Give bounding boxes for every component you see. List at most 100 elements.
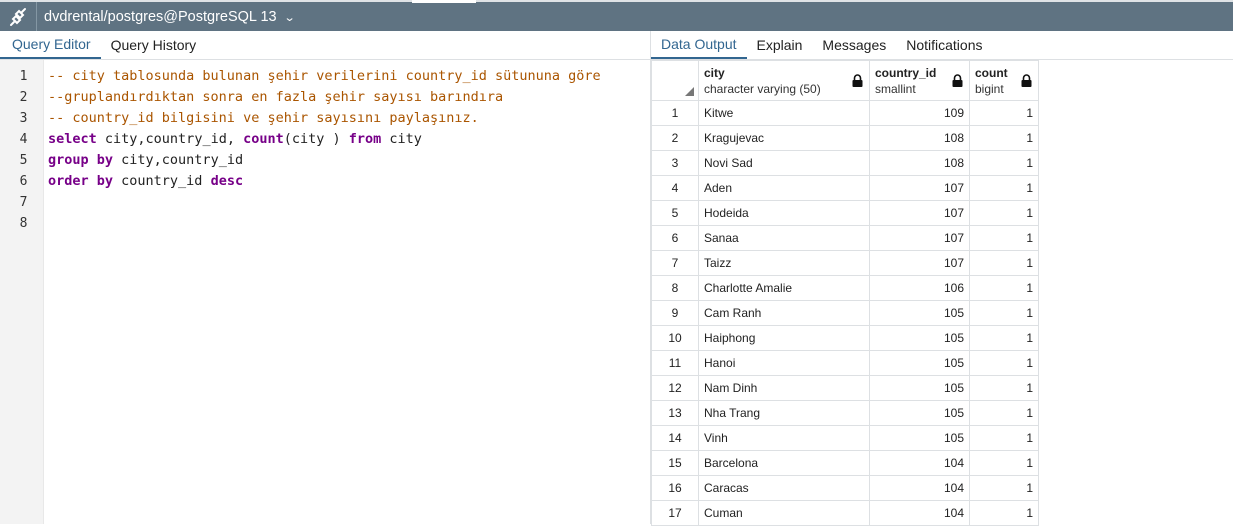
code-line[interactable]: --gruplandırdıktan sonra en fazla şehir …	[48, 87, 650, 108]
row-number[interactable]: 2	[651, 125, 699, 151]
cell-city[interactable]: Novi Sad	[698, 150, 870, 176]
connection-title[interactable]: dvdrental/postgres@PostgreSQL 13 ⌄	[44, 9, 295, 25]
cell-city[interactable]: Sanaa	[698, 225, 870, 251]
cell-count[interactable]: 1	[969, 500, 1039, 526]
tab-messages[interactable]: Messages	[812, 35, 896, 59]
cell-count[interactable]: 1	[969, 200, 1039, 226]
row-number[interactable]: 6	[651, 225, 699, 251]
row-number[interactable]: 5	[651, 200, 699, 226]
cell-country-id[interactable]: 105	[869, 375, 970, 401]
cell-country-id[interactable]: 105	[869, 300, 970, 326]
row-number[interactable]: 3	[651, 150, 699, 176]
table-row[interactable]: 13 Nha Trang 105 1	[651, 400, 1039, 426]
cell-city[interactable]: Kitwe	[698, 100, 870, 126]
cell-city[interactable]: Charlotte Amalie	[698, 275, 870, 301]
tab-notifications[interactable]: Notifications	[896, 35, 992, 59]
cell-city[interactable]: Aden	[698, 175, 870, 201]
cell-country-id[interactable]: 107	[869, 225, 970, 251]
select-all-icon[interactable]	[685, 87, 694, 96]
table-row[interactable]: 6 Sanaa 107 1	[651, 225, 1039, 251]
cell-count[interactable]: 1	[969, 325, 1039, 351]
tab-query-history[interactable]: Query History	[101, 35, 207, 59]
connection-icon[interactable]	[0, 2, 37, 31]
row-number[interactable]: 8	[651, 275, 699, 301]
cell-count[interactable]: 1	[969, 100, 1039, 126]
row-number[interactable]: 1	[651, 100, 699, 126]
cell-count[interactable]: 1	[969, 425, 1039, 451]
column-header-country-id[interactable]: country_id smallint	[869, 60, 970, 101]
code-area[interactable]: -- city tablosunda bulunan şehir veriler…	[44, 60, 650, 524]
row-number[interactable]: 14	[651, 425, 699, 451]
code-line[interactable]	[48, 213, 650, 234]
tab-query-editor[interactable]: Query Editor	[0, 35, 101, 59]
cell-country-id[interactable]: 105	[869, 400, 970, 426]
cell-country-id[interactable]: 107	[869, 200, 970, 226]
cell-city[interactable]: Vinh	[698, 425, 870, 451]
table-row[interactable]: 7 Taizz 107 1	[651, 250, 1039, 276]
table-row[interactable]: 11 Hanoi 105 1	[651, 350, 1039, 376]
cell-country-id[interactable]: 107	[869, 250, 970, 276]
code-line[interactable]	[48, 192, 650, 213]
cell-count[interactable]: 1	[969, 375, 1039, 401]
row-number[interactable]: 9	[651, 300, 699, 326]
table-row[interactable]: 1 Kitwe 109 1	[651, 100, 1039, 126]
cell-count[interactable]: 1	[969, 225, 1039, 251]
table-row[interactable]: 16 Caracas 104 1	[651, 475, 1039, 501]
table-row[interactable]: 9 Cam Ranh 105 1	[651, 300, 1039, 326]
row-number[interactable]: 13	[651, 400, 699, 426]
cell-count[interactable]: 1	[969, 250, 1039, 276]
cell-count[interactable]: 1	[969, 350, 1039, 376]
cell-count[interactable]: 1	[969, 450, 1039, 476]
table-row[interactable]: 10 Haiphong 105 1	[651, 325, 1039, 351]
cell-country-id[interactable]: 105	[869, 425, 970, 451]
tab-explain[interactable]: Explain	[747, 35, 813, 59]
cell-count[interactable]: 1	[969, 175, 1039, 201]
cell-count[interactable]: 1	[969, 150, 1039, 176]
row-number-header[interactable]	[651, 60, 699, 101]
cell-city[interactable]: Kragujevac	[698, 125, 870, 151]
code-line[interactable]: -- country_id bilgisini ve şehir sayısın…	[48, 108, 650, 129]
table-row[interactable]: 15 Barcelona 104 1	[651, 450, 1039, 476]
cell-count[interactable]: 1	[969, 475, 1039, 501]
cell-count[interactable]: 1	[969, 125, 1039, 151]
cell-country-id[interactable]: 105	[869, 325, 970, 351]
row-number[interactable]: 15	[651, 450, 699, 476]
row-number[interactable]: 12	[651, 375, 699, 401]
cell-city[interactable]: Hodeida	[698, 200, 870, 226]
row-number[interactable]: 17	[651, 500, 699, 526]
row-number[interactable]: 7	[651, 250, 699, 276]
cell-country-id[interactable]: 106	[869, 275, 970, 301]
cell-city[interactable]: Nam Dinh	[698, 375, 870, 401]
table-row[interactable]: 8 Charlotte Amalie 106 1	[651, 275, 1039, 301]
cell-city[interactable]: Haiphong	[698, 325, 870, 351]
row-number[interactable]: 16	[651, 475, 699, 501]
table-row[interactable]: 5 Hodeida 107 1	[651, 200, 1039, 226]
table-row[interactable]: 14 Vinh 105 1	[651, 425, 1039, 451]
cell-country-id[interactable]: 104	[869, 500, 970, 526]
table-row[interactable]: 4 Aden 107 1	[651, 175, 1039, 201]
cell-count[interactable]: 1	[969, 300, 1039, 326]
cell-country-id[interactable]: 105	[869, 350, 970, 376]
row-number[interactable]: 11	[651, 350, 699, 376]
code-line[interactable]: -- city tablosunda bulunan şehir veriler…	[48, 66, 650, 87]
table-row[interactable]: 2 Kragujevac 108 1	[651, 125, 1039, 151]
cell-city[interactable]: Nha Trang	[698, 400, 870, 426]
cell-city[interactable]: Taizz	[698, 250, 870, 276]
chevron-down-icon[interactable]: ⌄	[283, 11, 295, 24]
row-number[interactable]: 10	[651, 325, 699, 351]
cell-city[interactable]: Cam Ranh	[698, 300, 870, 326]
code-line[interactable]: select city,country_id, count(city ) fro…	[48, 129, 650, 150]
cell-country-id[interactable]: 109	[869, 100, 970, 126]
cell-country-id[interactable]: 107	[869, 175, 970, 201]
table-row[interactable]: 12 Nam Dinh 105 1	[651, 375, 1039, 401]
cell-city[interactable]: Cuman	[698, 500, 870, 526]
cell-country-id[interactable]: 104	[869, 475, 970, 501]
cell-country-id[interactable]: 104	[869, 450, 970, 476]
code-line[interactable]: order by country_id desc	[48, 171, 650, 192]
cell-city[interactable]: Barcelona	[698, 450, 870, 476]
cell-country-id[interactable]: 108	[869, 125, 970, 151]
code-line[interactable]: group by city,country_id	[48, 150, 650, 171]
column-header-count[interactable]: count bigint	[969, 60, 1039, 101]
cell-country-id[interactable]: 108	[869, 150, 970, 176]
cell-count[interactable]: 1	[969, 400, 1039, 426]
